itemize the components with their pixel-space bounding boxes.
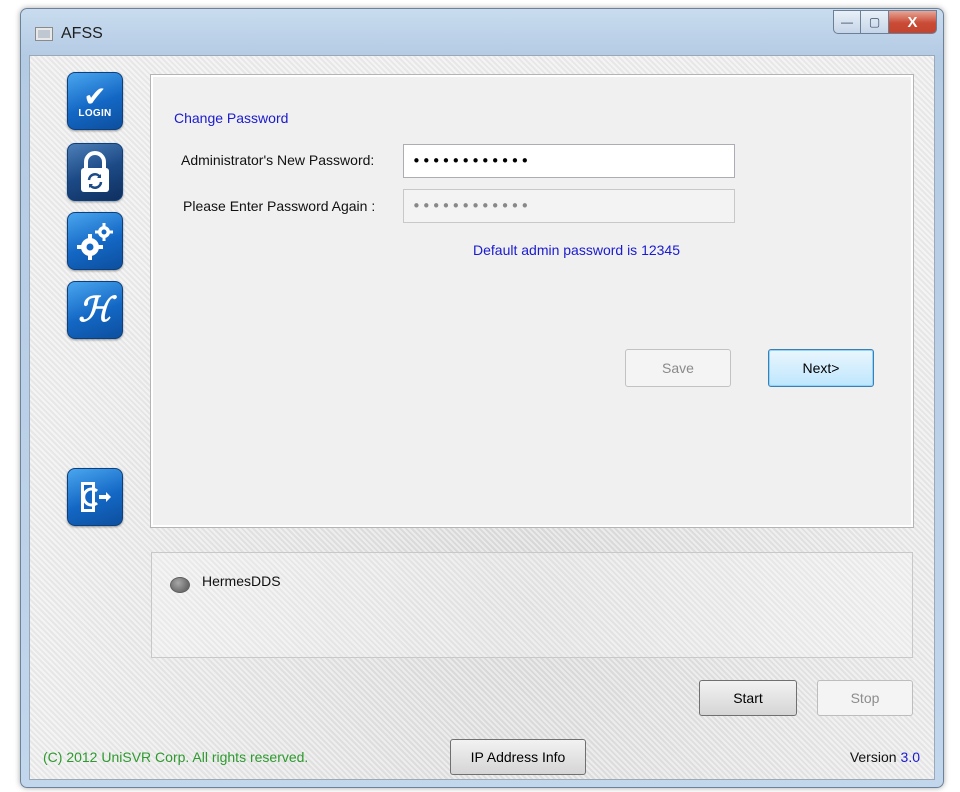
caption-buttons: — ▢ X (833, 10, 937, 34)
default-password-hint: Default admin password is 12345 (473, 242, 681, 258)
client-area: ✔ LOGIN ℋ Change Password Administrator'… (29, 55, 935, 780)
confirm-password-field[interactable] (403, 189, 735, 223)
service-status-panel: HermesDDS (151, 552, 913, 658)
exit-door-icon (81, 482, 111, 512)
login-check-icon: ✔ (83, 80, 107, 112)
copyright-text: (C) 2012 UniSVR Corp. All rights reserve… (43, 749, 309, 765)
sidebar-item-change-password[interactable] (67, 143, 123, 201)
app-window-icon (35, 27, 53, 41)
status-led-icon (170, 577, 190, 593)
minimize-button[interactable]: — (833, 10, 861, 34)
version-number: 3.0 (900, 749, 920, 765)
change-password-panel: Change Password Administrator's New Pass… (150, 74, 914, 528)
maximize-icon: ▢ (868, 15, 881, 29)
confirm-password-label: Please Enter Password Again : (183, 198, 376, 214)
panel-title: Change Password (174, 110, 289, 126)
sidebar-login-label: LOGIN (78, 107, 112, 119)
window-title: AFSS (61, 25, 103, 42)
sidebar-item-settings[interactable] (67, 212, 123, 270)
ip-address-info-button[interactable]: IP Address Info (450, 739, 586, 775)
title-bar[interactable]: AFSS — ▢ X (21, 9, 943, 55)
sidebar-item-hermes[interactable]: ℋ (67, 281, 123, 339)
service-name: HermesDDS (202, 573, 281, 589)
close-button[interactable]: X (889, 10, 937, 34)
next-button[interactable]: Next> (768, 349, 874, 387)
new-password-label: Administrator's New Password: (181, 152, 375, 168)
new-password-field[interactable] (403, 144, 735, 178)
close-icon: X (907, 13, 918, 31)
sidebar-item-exit[interactable] (67, 468, 123, 526)
gears-icon (77, 223, 113, 260)
app-window: AFSS — ▢ X ✔ LOGIN ℋ Change Password Adm… (20, 8, 944, 788)
start-button[interactable]: Start (699, 680, 797, 716)
minimize-icon: — (841, 15, 853, 29)
padlock-refresh-icon (81, 151, 109, 192)
hermes-h-icon: ℋ (78, 290, 112, 330)
save-button[interactable]: Save (625, 349, 731, 387)
maximize-button[interactable]: ▢ (861, 10, 889, 34)
sidebar-item-login[interactable]: ✔ LOGIN (67, 72, 123, 130)
version-label: Version (849, 749, 897, 765)
version-info: Version 3.0 (850, 749, 920, 765)
stop-button[interactable]: Stop (817, 680, 913, 716)
